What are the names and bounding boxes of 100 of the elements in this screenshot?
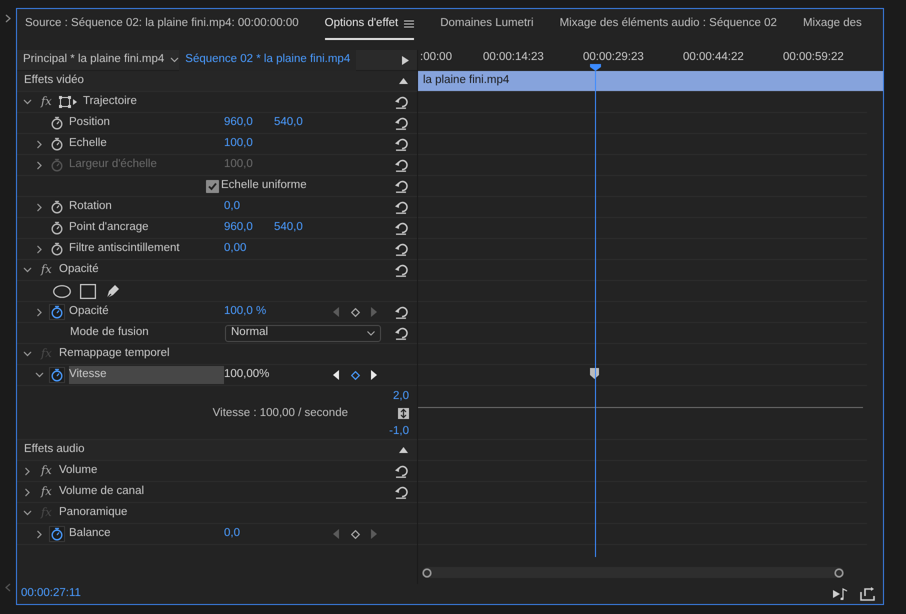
ellipse-mask-icon[interactable] [53,284,71,298]
add-keyframe-icon[interactable] [350,370,360,380]
panel-tab[interactable]: Options d'effet [324,10,414,40]
reset-icon[interactable] [394,326,408,340]
transform-icon[interactable] [59,96,77,108]
chevron-icon[interactable] [34,202,44,212]
stopwatch-icon[interactable] [49,367,65,383]
reset-icon[interactable] [394,306,408,318]
ruler-time-label: 00:00:14:23 [483,51,544,63]
chevron-icon[interactable] [34,530,44,538]
chevron-icon[interactable] [34,308,44,316]
ruler-time-label: 00:00:29:23 [583,51,644,63]
effect-name: Volume de canal [59,484,144,500]
graph-max-value: 2,0 [393,389,409,404]
chevron-icon[interactable] [22,350,32,358]
reset-icon[interactable] [394,138,408,150]
property-value[interactable]: 100,0 % [224,303,324,321]
property-name[interactable]: Balance [69,525,224,543]
resize-icon[interactable] [398,408,409,420]
stopwatch-icon[interactable] [49,220,65,236]
reset-icon[interactable] [394,486,408,498]
fx-toggle[interactable]: fx [41,261,55,279]
reset-icon[interactable] [394,180,408,192]
play-icon[interactable] [402,56,409,64]
reset-icon[interactable] [394,222,408,234]
fx-toggle[interactable]: fx [41,462,55,480]
property-name: Mode de fusion [70,325,150,340]
panel-tab[interactable]: Domaines Lumetri [440,10,534,40]
property-value[interactable]: 0,00 [224,240,274,258]
reset-icon[interactable] [394,116,408,130]
chevron-icon[interactable] [34,140,44,148]
property-value[interactable]: 540,0 [274,114,324,132]
timeline-clip[interactable]: la plaine fini.mp4 [418,71,883,91]
property-value[interactable]: 540,0 [274,219,324,237]
fx-toggle[interactable]: fx [41,93,55,111]
scroll-handle-icon[interactable] [834,568,844,578]
reset-icon[interactable] [394,242,408,256]
stopwatch-icon[interactable] [49,526,65,542]
property-name[interactable]: Rotation [69,198,224,216]
chevron-icon[interactable] [22,488,32,496]
reset-icon[interactable] [394,464,408,478]
property-name[interactable]: Point d'ancrage [69,219,224,237]
section-title: Effets audio [24,442,85,458]
clip-tab[interactable]: Principal * la plaine fini.mp4 [17,50,170,70]
property-name[interactable]: Position [69,114,224,132]
chevron-icon[interactable] [5,14,11,23]
clip-tab[interactable]: Séquence 02 * la plaine fini.mp4 [179,50,356,70]
pen-icon[interactable] [105,283,121,299]
next-keyframe-icon[interactable] [371,370,377,380]
panel-tab[interactable]: Mixage des [802,10,862,40]
caret-icon [367,330,375,336]
property-name[interactable]: Filtre antiscintillement [69,240,224,258]
previous-keyframe-icon[interactable] [333,370,339,380]
reset-icon[interactable] [394,96,408,108]
timecode[interactable]: 00:00:27:11 [21,585,81,603]
dropdown-icon[interactable] [170,57,180,63]
chevron-icon[interactable] [22,508,32,518]
reset-icon[interactable] [394,200,408,214]
reset-icon[interactable] [394,264,408,276]
property-value[interactable]: 100,0 [224,135,274,153]
effect-name: Volume [59,463,98,478]
stopwatch-icon[interactable] [49,199,65,215]
chevron-icon[interactable] [22,98,32,106]
property-value[interactable]: 960,0 [224,219,274,237]
effect-name: Opacité [59,262,99,278]
property-name[interactable]: Opacité [69,303,224,321]
effect-name: Trajectoire [83,94,137,110]
add-keyframe-icon[interactable] [350,530,360,538]
stopwatch-icon[interactable] [49,136,65,152]
stopwatch-icon[interactable] [49,304,65,320]
blend-mode-dropdown[interactable]: Normal [225,324,381,342]
panel-tab[interactable]: Mixage des éléments audio : Séquence 02 [560,10,777,40]
panel-tab[interactable]: Source : Séquence 02: la plaine fini.mp4: 00:00:00:00 [25,10,299,40]
collapse-icon[interactable] [399,78,408,84]
property-value[interactable]: 960,0 [224,114,274,132]
export-icon[interactable] [860,587,875,601]
stopwatch-icon[interactable] [49,115,65,131]
stopwatch-icon[interactable] [49,241,65,257]
menu-icon[interactable] [404,20,414,28]
add-keyframe-icon[interactable] [350,308,360,316]
checkbox[interactable] [206,180,219,192]
chevron-icon[interactable] [34,370,44,380]
graph-min-value: -1,0 [389,424,409,438]
fx-toggle[interactable]: fx [41,483,55,501]
property-name[interactable]: Echelle [69,135,224,153]
play-audio-icon[interactable] [833,588,848,600]
chevron-icon[interactable] [22,266,32,274]
checkbox-label: Echelle uniforme [221,178,307,194]
property-name[interactable]: Vitesse [69,366,224,384]
chevron-icon[interactable] [34,244,44,254]
chevron-icon[interactable] [22,466,32,476]
collapse-icon[interactable] [399,447,408,453]
property-value[interactable]: 0,0 [224,198,274,216]
property-value[interactable]: 100,00% [224,366,324,384]
effect-name: Remappage temporel [59,346,170,362]
section-title: Effets vidéo [24,73,84,88]
property-value[interactable]: 0,0 [224,525,274,543]
rectangle-mask-icon[interactable] [80,284,96,298]
horizontal-scrollbar[interactable] [422,567,844,578]
scroll-handle-icon[interactable] [422,568,432,578]
